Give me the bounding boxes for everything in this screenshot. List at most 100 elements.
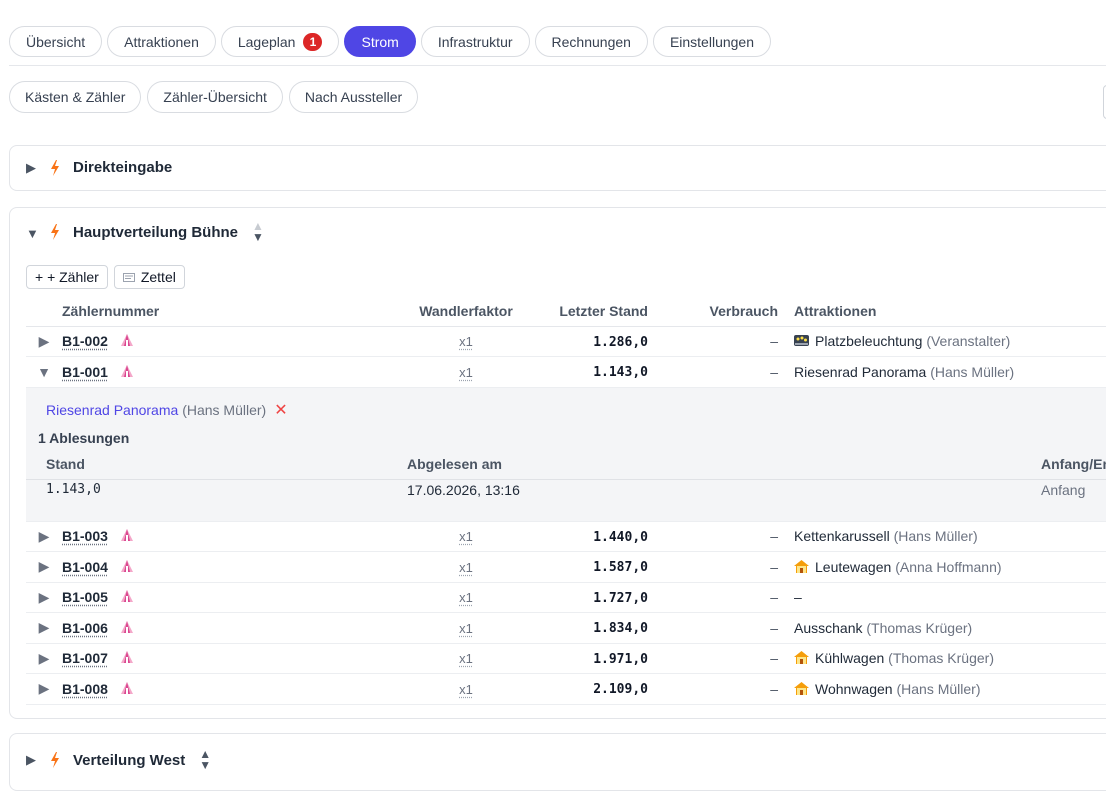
table-row[interactable]: ▶ B1-004 x1 1.587,0– Leutewagen (Anna Hoffma… <box>26 552 1106 583</box>
collapse-caret-icon[interactable]: ▼ <box>26 226 40 241</box>
meter-number-cell: B1-004 <box>62 552 364 583</box>
last-reading-cell: 1.440,0 <box>528 521 648 552</box>
col-number[interactable]: Zählernummer <box>62 296 364 326</box>
attraction-cell: Wohnwagen (Hans Müller) <box>778 674 1106 705</box>
attraction-owner: (Veranstalter) <box>926 333 1010 349</box>
tab-lageplan[interactable]: Lageplan 1 <box>221 26 340 57</box>
tab-infrastruktur[interactable]: Infrastruktur <box>421 26 530 57</box>
factor-cell: x1 <box>364 613 528 644</box>
expand-row-icon[interactable]: ▶ <box>26 643 62 674</box>
meter-number-link[interactable]: B1-004 <box>62 559 108 575</box>
col-factor[interactable]: Wandlerfaktor <box>364 296 528 326</box>
col-last[interactable]: Letzter Stand <box>528 296 648 326</box>
detail-row: Riesenrad Panorama (Hans Müller) ✕ 1 Ables… <box>26 387 1106 521</box>
attraction-cell: Ausschank (Thomas Krüger) <box>778 613 1106 644</box>
expand-row-icon[interactable]: ▶ <box>26 552 62 583</box>
table-row[interactable]: ▶ B1-003 x1 1.440,0 – Kettenkarussell (Hans M… <box>26 521 1106 552</box>
panel-header[interactable]: ▶ Verteilung West ▲ ▼ <box>26 749 211 771</box>
add-meter-button[interactable]: + + Zähler <box>26 265 108 289</box>
subtab-nach-aussteller[interactable]: Nach Aussteller <box>289 81 418 113</box>
expand-row-icon[interactable]: ▶ <box>26 613 62 644</box>
table-row[interactable]: ▶ B1-005 x1 1.727,0 – – <box>26 582 1106 613</box>
col-usage[interactable]: Verbrauch <box>648 296 778 326</box>
table-row[interactable]: ▶ B1-002 x1 1.286,0– Platzbeleuchtung (Veran… <box>26 326 1106 357</box>
expand-row-icon[interactable]: ▶ <box>26 582 62 613</box>
usage-cell: – <box>648 357 778 388</box>
factor-value[interactable]: x1 <box>459 334 473 349</box>
panel-title: Verteilung West <box>73 752 185 769</box>
meter-number-link[interactable]: B1-001 <box>62 364 108 380</box>
expand-row-icon[interactable]: ▶ <box>26 521 62 552</box>
panel-hauptverteilung: ▼ Hauptverteilung Bühne ▲ ▼ + + Zähler Z… <box>9 207 1106 719</box>
panel-title: Direkteingabe <box>73 159 172 176</box>
factor-value[interactable]: x1 <box>459 621 473 636</box>
collapse-row-icon[interactable]: ▼ <box>26 357 62 388</box>
table-row[interactable]: ▶ B1-007 x1 1.971,0– Kühlwagen (Thomas Krüge… <box>26 643 1106 674</box>
house-icon <box>794 682 809 695</box>
zettel-button[interactable]: Zettel <box>114 265 185 289</box>
reading-header: StandAbgelesen amAnfang/Ende <box>26 456 1106 480</box>
meter-number-cell: B1-008 <box>62 674 364 705</box>
expand-caret-icon[interactable]: ▶ <box>26 160 40 176</box>
factor-value[interactable]: x1 <box>459 365 473 380</box>
last-reading-value: 1.143,0 <box>593 365 648 380</box>
tab-rechnungen[interactable]: Rechnungen <box>535 26 648 57</box>
last-reading-value: 2.109,0 <box>593 682 648 697</box>
factor-value[interactable]: x1 <box>459 560 473 575</box>
panel-header[interactable]: ▼ Hauptverteilung Bühne ▲ ▼ <box>26 221 264 243</box>
last-reading-cell: 1.587,0 <box>528 552 648 583</box>
meter-number-link[interactable]: B1-008 <box>62 681 108 697</box>
last-reading-cell: 2.109,0 <box>528 674 648 705</box>
factor-value[interactable]: x1 <box>459 651 473 666</box>
factor-value[interactable]: x1 <box>459 682 473 697</box>
col-stand: Stand <box>46 456 85 472</box>
last-reading-value: 1.440,0 <box>593 530 648 545</box>
attraction-owner: (Thomas Krüger) <box>888 650 994 666</box>
table-row[interactable]: ▼ B1-001 x1 1.143,0 – Riesenrad Panorama (Han… <box>26 357 1106 388</box>
detail-cell: Riesenrad Panorama (Hans Müller) ✕ 1 Ables… <box>26 387 1106 521</box>
attraction-link[interactable]: Riesenrad Panorama <box>46 402 178 418</box>
usage-value: – <box>770 333 778 349</box>
last-reading-value: 1.727,0 <box>593 591 648 606</box>
meter-number-cell: B1-005 <box>62 582 364 613</box>
expand-row-icon[interactable]: ▶ <box>26 326 62 357</box>
meter-number-link[interactable]: B1-007 <box>62 650 108 666</box>
subtab-kaesten-zaehler[interactable]: Kästen & Zähler <box>9 81 141 113</box>
tab-attraktionen[interactable]: Attraktionen <box>107 26 216 57</box>
lightning-icon <box>50 752 60 768</box>
attraction-owner: (Thomas Krüger) <box>866 620 972 636</box>
usage-value: – <box>770 650 778 666</box>
meter-number-link[interactable]: B1-003 <box>62 528 108 544</box>
factor-value[interactable]: x1 <box>459 590 473 605</box>
factor-cell: x1 <box>364 552 528 583</box>
tent-icon <box>120 334 134 347</box>
usage-value: – <box>770 589 778 605</box>
reading-row: 1.143,0 17.06.2026, 13:16 Anfang <box>26 482 1106 510</box>
expand-caret-icon[interactable]: ▶ <box>26 752 40 768</box>
factor-cell: x1 <box>364 674 528 705</box>
lightning-icon <box>50 160 60 176</box>
table-header-row: Zählernummer Wandlerfaktor Letzter Stand… <box>26 296 1106 326</box>
col-attractions[interactable]: Attraktionen <box>778 296 1106 326</box>
tab-strom[interactable]: Strom <box>344 26 415 57</box>
move-down-icon[interactable]: ▼ <box>252 232 264 243</box>
panel-header[interactable]: ▶ Direkteingabe <box>26 159 172 176</box>
tab-uebersicht[interactable]: Übersicht <box>9 26 102 57</box>
meter-number-link[interactable]: B1-006 <box>62 620 108 636</box>
attraction-cell: Kühlwagen (Thomas Krüger) <box>778 643 1106 674</box>
expand-row-icon[interactable]: ▶ <box>26 674 62 705</box>
table-row[interactable]: ▶ B1-008 x1 2.109,0– Wohnwagen (Hans Müller) <box>26 674 1106 705</box>
factor-value[interactable]: x1 <box>459 529 473 544</box>
meter-number-link[interactable]: B1-005 <box>62 589 108 605</box>
meter-number-link[interactable]: B1-002 <box>62 333 108 349</box>
last-reading-value: 1.834,0 <box>593 621 648 636</box>
remove-icon[interactable]: ✕ <box>274 402 287 419</box>
move-down-icon[interactable]: ▼ <box>199 760 211 771</box>
factor-cell: x1 <box>364 643 528 674</box>
tab-einstellungen[interactable]: Einstellungen <box>653 26 771 57</box>
subtab-zaehler-uebersicht[interactable]: Zähler-Übersicht <box>147 81 282 113</box>
reorder-control: ▲ ▼ <box>252 221 264 243</box>
factor-cell: x1 <box>364 357 528 388</box>
lights-icon <box>794 334 809 347</box>
table-row[interactable]: ▶ B1-006 x1 1.834,0 – Ausschank (Thomas Krüge… <box>26 613 1106 644</box>
